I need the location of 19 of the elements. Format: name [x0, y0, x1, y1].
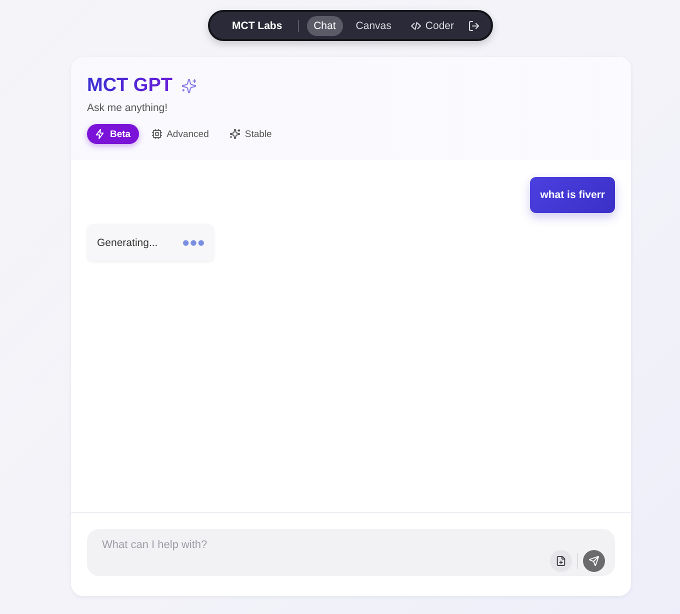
- nav-tab[interactable]: Chat: [306, 16, 343, 36]
- mode-tab[interactable]: Stable: [222, 124, 280, 144]
- sparkles-icon: [230, 129, 240, 139]
- sparkles-icon: [182, 79, 196, 93]
- user-message: what is fiverr: [530, 177, 615, 213]
- code-icon: [411, 22, 422, 30]
- mode-tab[interactable]: Advanced: [144, 124, 217, 144]
- mode-tab[interactable]: Beta: [87, 124, 139, 144]
- chip-icon: [152, 129, 162, 139]
- lightning-icon: [95, 129, 105, 139]
- brand-name[interactable]: MCT Labs: [232, 20, 282, 32]
- subtitle: Ask me anything!: [87, 101, 169, 115]
- send-icon: [589, 556, 599, 566]
- file-plus-icon: [556, 556, 566, 566]
- nav-tab[interactable]: Canvas: [348, 16, 398, 36]
- message-text: Generating...: [97, 236, 158, 248]
- nav-tab[interactable]: Coder: [404, 16, 461, 36]
- logout-icon[interactable]: [469, 20, 479, 30]
- message-input[interactable]: What can I help with?: [87, 529, 615, 576]
